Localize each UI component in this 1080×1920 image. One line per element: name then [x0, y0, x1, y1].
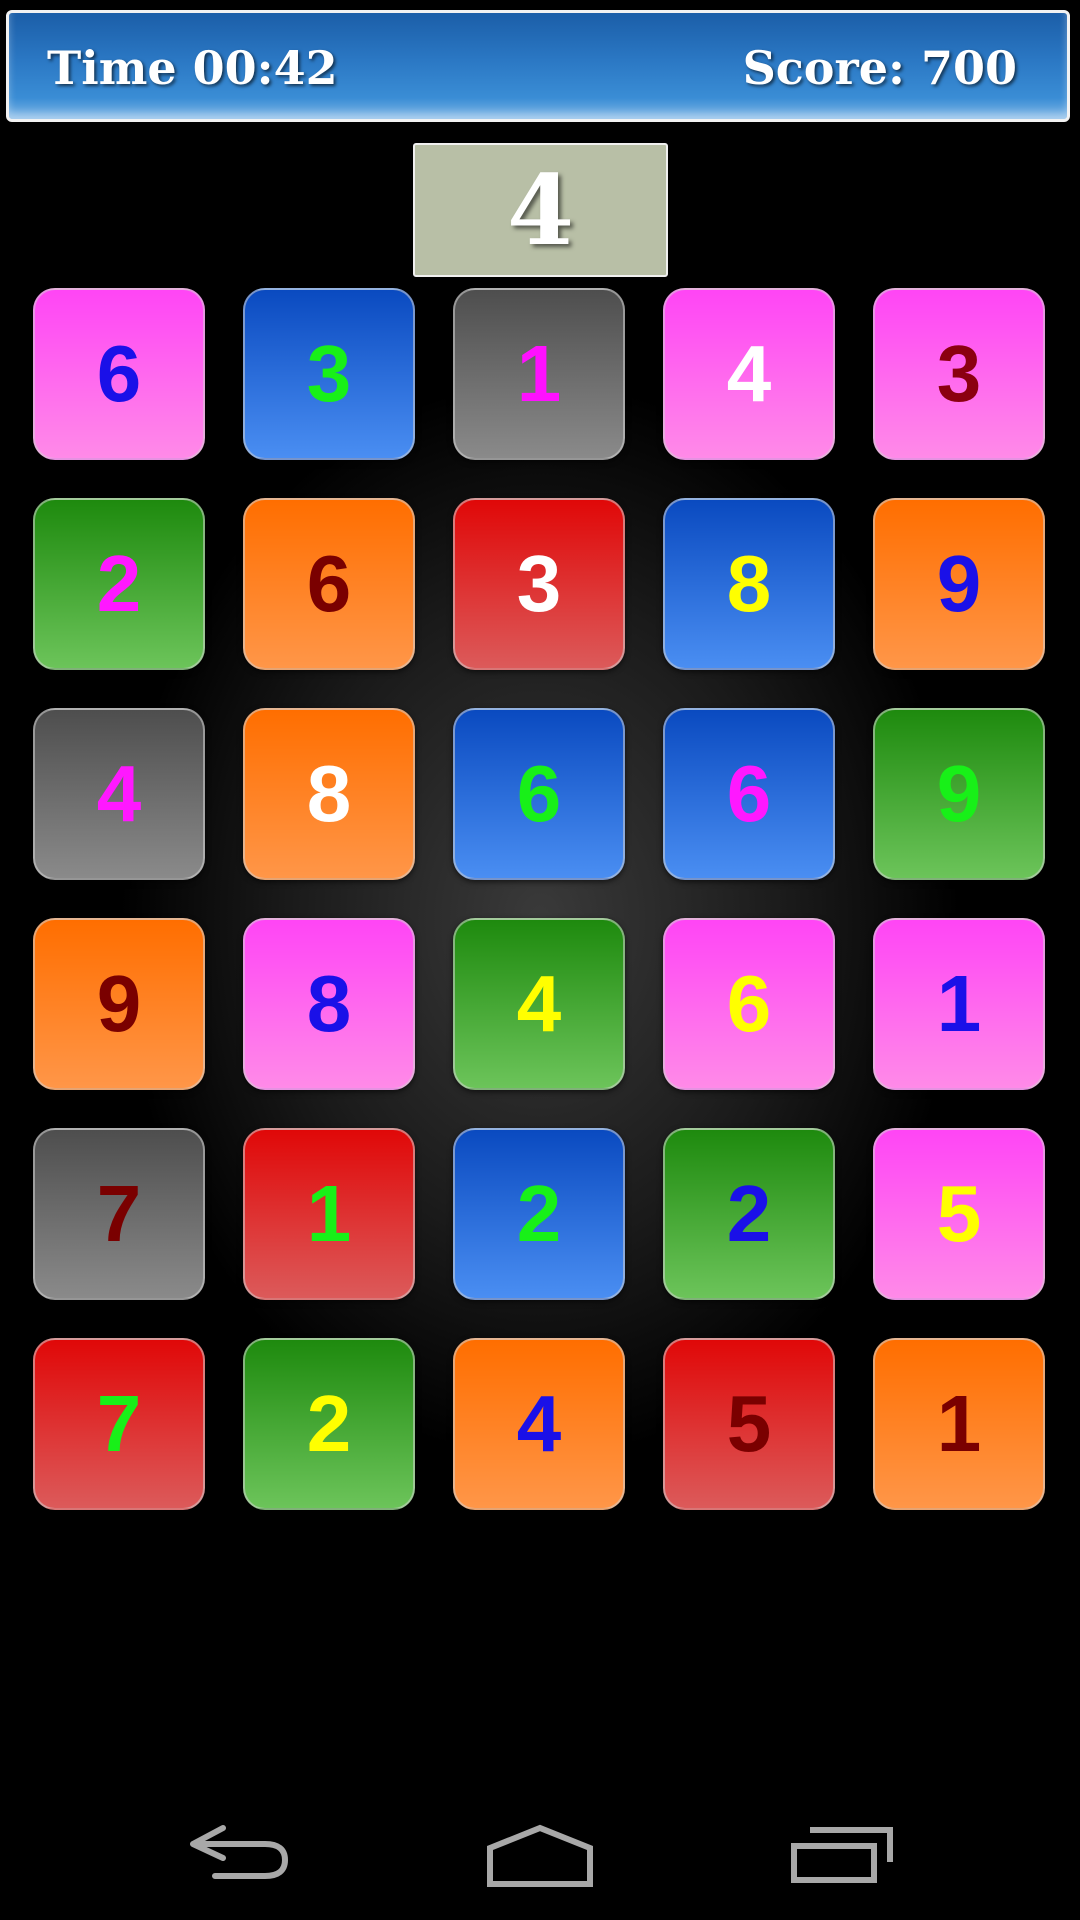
number-tile[interactable]: 3	[453, 498, 625, 670]
timer-label: Time 00:42	[47, 41, 338, 95]
number-tile[interactable]: 7	[33, 1128, 205, 1300]
number-tile[interactable]: 4	[453, 918, 625, 1090]
number-tile[interactable]: 1	[453, 288, 625, 460]
number-tile[interactable]: 6	[33, 288, 205, 460]
number-tile[interactable]: 2	[33, 498, 205, 670]
number-tile[interactable]: 9	[873, 498, 1045, 670]
number-tile[interactable]: 4	[453, 1338, 625, 1510]
recent-apps-icon	[791, 1827, 893, 1883]
home-icon	[487, 1824, 593, 1887]
number-tile[interactable]: 2	[243, 1338, 415, 1510]
number-tile[interactable]: 6	[243, 498, 415, 670]
number-tile[interactable]: 8	[243, 708, 415, 880]
number-tile[interactable]: 2	[453, 1128, 625, 1300]
back-button[interactable]	[170, 1812, 310, 1902]
score-label: Score: 700	[742, 41, 1017, 95]
number-tile[interactable]: 3	[243, 288, 415, 460]
number-tile[interactable]: 2	[663, 1128, 835, 1300]
number-board: 631432638948669984617122572451	[33, 288, 1047, 1510]
number-tile[interactable]: 6	[663, 918, 835, 1090]
number-tile[interactable]: 8	[243, 918, 415, 1090]
number-tile[interactable]: 5	[663, 1338, 835, 1510]
number-tile[interactable]: 7	[33, 1338, 205, 1510]
number-tile[interactable]: 1	[873, 1338, 1045, 1510]
recent-apps-button[interactable]	[773, 1812, 913, 1902]
number-tile[interactable]: 8	[663, 498, 835, 670]
number-tile[interactable]: 9	[33, 918, 205, 1090]
target-number: 4	[413, 143, 668, 277]
status-bar: Time 00:42 Score: 700	[6, 10, 1070, 122]
navigation-bar	[0, 1792, 1080, 1920]
number-tile[interactable]: 1	[243, 1128, 415, 1300]
number-tile[interactable]: 6	[453, 708, 625, 880]
home-button[interactable]	[470, 1812, 610, 1902]
number-tile[interactable]: 3	[873, 288, 1045, 460]
back-icon	[190, 1825, 288, 1879]
number-tile[interactable]: 1	[873, 918, 1045, 1090]
number-tile[interactable]: 9	[873, 708, 1045, 880]
number-tile[interactable]: 4	[663, 288, 835, 460]
number-tile[interactable]: 6	[663, 708, 835, 880]
number-tile[interactable]: 4	[33, 708, 205, 880]
number-tile[interactable]: 5	[873, 1128, 1045, 1300]
